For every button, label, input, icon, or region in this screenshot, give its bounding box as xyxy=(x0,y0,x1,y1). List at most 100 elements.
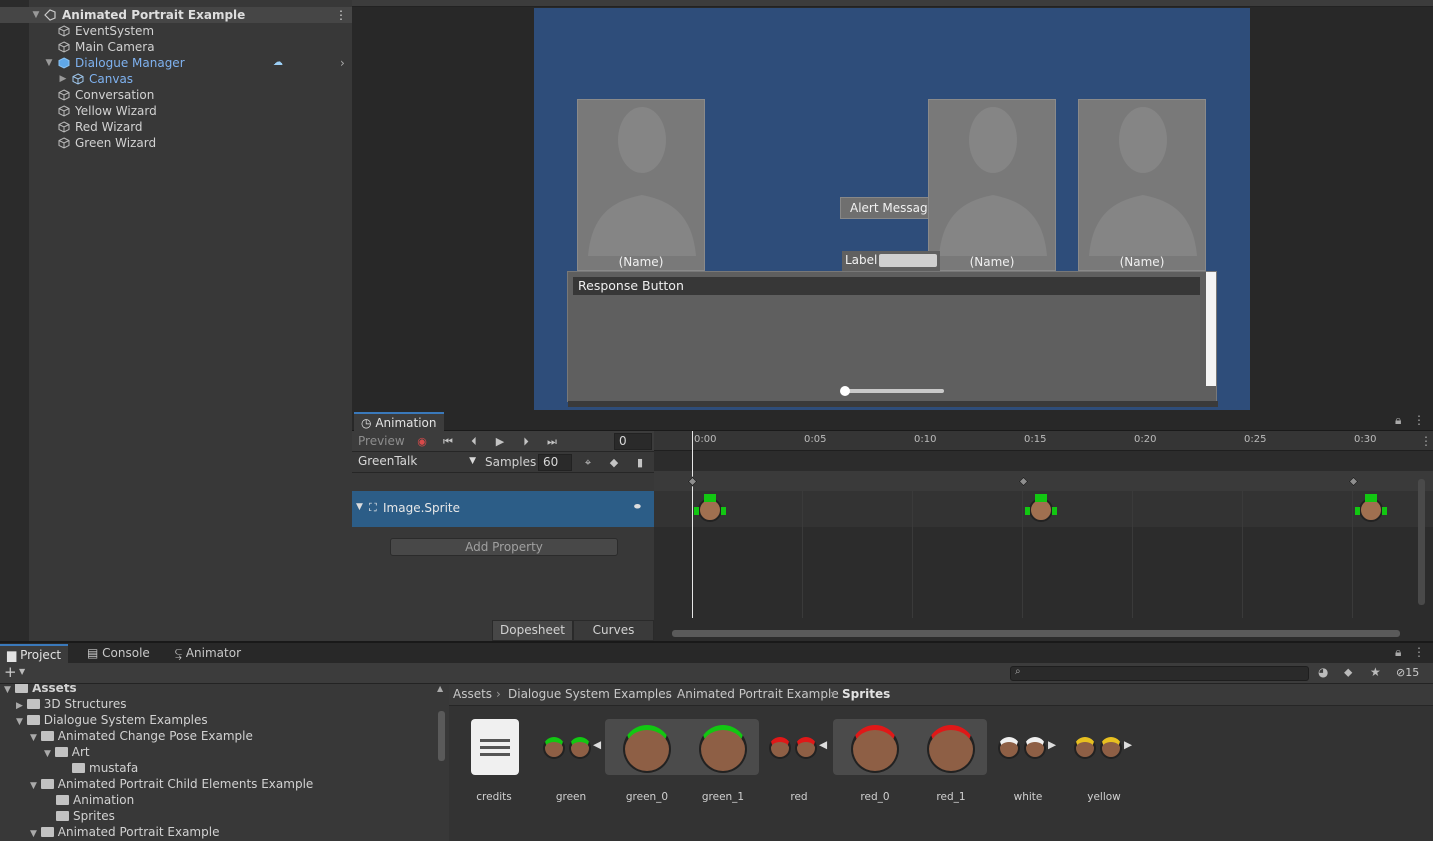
response-slider-handle[interactable] xyxy=(840,386,850,396)
expand-sprite-icon[interactable]: ▶ xyxy=(1124,739,1132,751)
expand-arrow-icon[interactable]: ▼ xyxy=(4,685,11,695)
breadcrumb-sprites[interactable]: Sprites xyxy=(842,687,890,701)
favorite-star-icon[interactable]: ★ xyxy=(1370,665,1381,679)
create-plus-icon[interactable]: + xyxy=(4,663,17,681)
tree-item-animated-portrait-child-elements-example[interactable]: ▼ Animated Portrait Child Elements Examp… xyxy=(30,776,313,792)
play-icon[interactable]: ▶ xyxy=(488,433,512,451)
search-by-type-icon[interactable]: ◕ xyxy=(1318,665,1328,679)
window-menu-icon[interactable]: ⋮ xyxy=(1413,413,1425,427)
label-input-field[interactable] xyxy=(879,254,937,267)
hierarchy-item-green-wizard[interactable]: Green Wizard xyxy=(0,135,352,151)
timeline-horizontal-scrollbar[interactable] xyxy=(672,630,1400,637)
expand-arrow-icon[interactable]: ▼ xyxy=(30,781,37,791)
tree-item-dialogue-system-examples[interactable]: ▼ Dialogue System Examples xyxy=(16,712,208,728)
expand-sprite-icon[interactable]: ◀ xyxy=(819,739,827,751)
tree-item-animated-portrait-example[interactable]: ▼ Animated Portrait Example xyxy=(30,824,219,840)
folder-open-icon xyxy=(15,684,29,693)
hierarchy-item-main-camera[interactable]: Main Camera xyxy=(0,39,352,55)
label-widget: Label xyxy=(842,251,940,271)
timeline-menu-icon[interactable]: ⋮ xyxy=(1420,434,1432,448)
expand-arrow-icon[interactable]: ▼ xyxy=(31,7,41,23)
hierarchy-item-conversation[interactable]: Conversation xyxy=(0,87,352,103)
response-slider-track[interactable] xyxy=(844,389,944,393)
tree-item-sprites[interactable]: Sprites xyxy=(56,808,115,824)
open-prefab-icon[interactable]: › xyxy=(340,55,345,71)
property-row-image-sprite[interactable]: ▼ ⛶ Image.Sprite ⬬ xyxy=(352,491,654,527)
hierarchy-item-canvas[interactable]: ▶ Canvas xyxy=(0,71,352,87)
tree-item-animation[interactable]: Animation xyxy=(56,792,134,808)
expand-arrow-icon[interactable]: ▼ xyxy=(44,55,54,71)
expand-arrow-icon[interactable]: ▼ xyxy=(356,502,363,512)
breadcrumb-animated-portrait-example[interactable]: Animated Portrait Example xyxy=(677,687,839,701)
hierarchy-item-yellow-wizard[interactable]: Yellow Wizard xyxy=(0,103,352,119)
summary-track[interactable] xyxy=(654,471,1433,491)
gameobject-icon xyxy=(58,137,70,149)
tab-project[interactable]: ▆ Project xyxy=(0,644,69,663)
hierarchy-item-eventsystem[interactable]: EventSystem xyxy=(0,23,352,39)
last-keyframe-icon[interactable]: ⏭ xyxy=(540,433,564,451)
label-filter-icon[interactable]: ⬥ xyxy=(1344,665,1352,680)
next-keyframe-icon[interactable]: ⏵ xyxy=(514,433,538,451)
tree-scrollbar[interactable] xyxy=(438,711,445,761)
add-key-icon[interactable]: ◆ xyxy=(602,454,626,472)
search-input[interactable]: ⌕ xyxy=(1010,666,1309,681)
breadcrumb-dialogue-system-examples[interactable]: Dialogue System Examples xyxy=(508,687,672,701)
expand-arrow-icon[interactable]: ▼ xyxy=(44,749,51,759)
preview-button[interactable]: Preview xyxy=(358,434,405,448)
expand-arrow-icon[interactable]: ▶ xyxy=(58,71,68,87)
silhouette-icon xyxy=(588,107,696,256)
sprite-keyframe-green[interactable] xyxy=(694,494,726,522)
expand-arrow-icon[interactable]: ▶ xyxy=(16,701,23,711)
expand-sprite-icon[interactable]: ◀ xyxy=(593,739,601,751)
clip-dropdown[interactable]: GreenTalk ▼ xyxy=(354,454,480,471)
record-icon[interactable]: ◉ xyxy=(410,433,434,451)
hierarchy-item-red-wizard[interactable]: Red Wizard xyxy=(0,119,352,135)
red-wizard-sprite-icon xyxy=(795,737,817,759)
first-keyframe-icon[interactable]: ⏮ xyxy=(436,433,460,451)
add-event-icon[interactable]: ▮ xyxy=(628,454,652,472)
previous-keyframe-icon[interactable]: ⏴ xyxy=(462,433,486,451)
event-track[interactable] xyxy=(654,451,1433,471)
scene-menu-icon[interactable]: ⋮ xyxy=(335,7,347,23)
sprite-keyframe-green[interactable] xyxy=(1025,494,1057,522)
dopesheet-button[interactable]: Dopesheet xyxy=(492,620,573,641)
game-view[interactable]: (Name) Alert Message (Name) (Name) Label… xyxy=(534,8,1250,410)
expand-arrow-icon[interactable]: ▼ xyxy=(30,733,37,743)
lock-icon[interactable]: 🔒︎ xyxy=(1395,645,1401,660)
key-indicator-icon[interactable]: ⬬ xyxy=(634,502,641,512)
tree-item-animated-change-pose-example[interactable]: ▼ Animated Change Pose Example xyxy=(30,728,253,744)
hidden-packages-toggle[interactable]: ⊘15 xyxy=(1396,666,1419,679)
tab-animator[interactable]: ⥹ Animator xyxy=(168,644,248,663)
project-tabbar: ▆ Project ▤ Console ⥹ Animator 🔒︎ ⋮ xyxy=(0,643,1433,663)
tree-item-assets[interactable]: ▼ Assets xyxy=(4,684,77,696)
add-property-button[interactable]: Add Property xyxy=(390,538,618,556)
window-menu-icon[interactable]: ⋮ xyxy=(1413,645,1425,659)
dopesheet-timeline[interactable]: 0:00 0:05 0:10 0:15 0:20 0:25 0:30 ⋮ xyxy=(654,431,1433,641)
response-scrollbar[interactable] xyxy=(1206,272,1216,386)
breadcrumb-assets[interactable]: Assets xyxy=(453,687,492,701)
expand-sprite-icon[interactable]: ▶ xyxy=(1048,739,1056,751)
expand-arrow-icon[interactable]: ▼ xyxy=(16,717,23,727)
samples-field[interactable]: 60 xyxy=(538,454,572,471)
expand-arrow-icon[interactable]: ▼ xyxy=(30,829,37,839)
sprite-keyframe-green[interactable] xyxy=(1355,494,1387,522)
timeline-vertical-scrollbar[interactable] xyxy=(1418,479,1425,605)
lock-icon[interactable]: 🔒︎ xyxy=(1395,413,1401,428)
unity-scene-icon xyxy=(44,9,56,21)
frame-field[interactable]: 0 xyxy=(614,433,652,450)
time-ruler[interactable]: 0:00 0:05 0:10 0:15 0:20 0:25 0:30 ⋮ xyxy=(654,431,1433,451)
scene-row[interactable]: ▼ Animated Portrait Example ⋮ xyxy=(0,7,352,23)
scroll-up-icon[interactable]: ▲ xyxy=(437,684,443,693)
tree-item-art[interactable]: ▼ Art xyxy=(44,744,90,760)
hierarchy-item-dialogue-manager[interactable]: ▼ Dialogue Manager ☁ › xyxy=(0,55,352,71)
tree-item-3d-structures[interactable]: ▶ 3D Structures xyxy=(16,696,127,712)
playhead[interactable] xyxy=(692,431,693,618)
response-button[interactable]: Response Button xyxy=(573,277,1200,295)
add-keyframe-icon[interactable]: ⌖ xyxy=(576,454,600,472)
tab-animation[interactable]: ◷ Animation xyxy=(354,412,444,431)
dropdown-arrow-icon[interactable]: ▼ xyxy=(19,667,25,676)
curves-button[interactable]: Curves xyxy=(573,620,654,641)
tree-item-mustafa[interactable]: mustafa xyxy=(72,760,138,776)
tab-console[interactable]: ▤ Console xyxy=(80,644,157,663)
gameobject-icon xyxy=(58,41,70,53)
